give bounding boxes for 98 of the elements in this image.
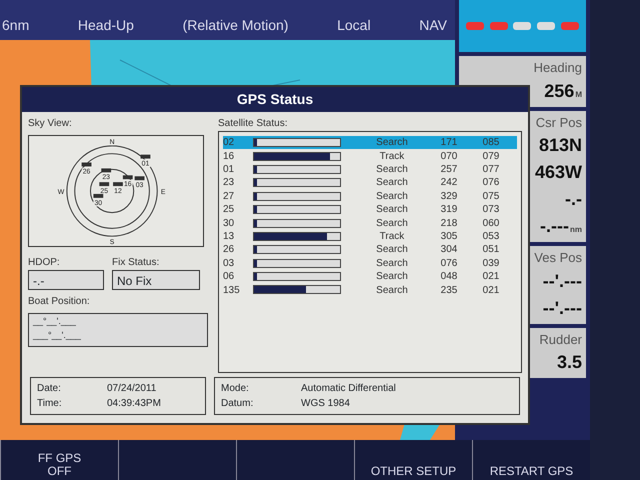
azimuth-cell-text: 319 (440, 203, 458, 218)
softkey-button[interactable]: OTHER SETUP (354, 440, 472, 480)
prn-cell-text: 25 (223, 203, 236, 218)
data-box-label: Csr Pos (536, 114, 582, 132)
elevation-cell-text: 060 (482, 216, 500, 231)
data-value: 463W (534, 161, 582, 184)
data-box-label: Heading (534, 59, 582, 77)
data-value: 813N (538, 134, 582, 157)
data-box-label: Rudder (539, 330, 582, 348)
position-text: __°__'.___ (33, 315, 77, 328)
data-value: -.- (565, 188, 582, 211)
data-value: 256M (544, 80, 582, 102)
field-label: Time: (37, 397, 63, 411)
status-cell-text: Search (375, 256, 409, 271)
azimuth-cell-text: 329 (440, 190, 458, 204)
status-cell-text: Search (375, 162, 409, 177)
status-cell-text: Track (378, 150, 406, 164)
satellite-icon (93, 194, 104, 198)
elevation-cell-text: 077 (482, 162, 500, 177)
hdop-label: HDOP: (28, 256, 61, 270)
data-value: -.---nm (540, 215, 582, 238)
field-label: Date: (37, 382, 62, 396)
chart-symbol-icon[interactable] (464, 19, 486, 33)
elevation-cell-text: 079 (482, 150, 500, 164)
data-box-label: Ves Pos (534, 249, 582, 267)
elevation-cell-text: 051 (482, 243, 500, 258)
prn-cell-text: 06 (223, 270, 236, 284)
status-cell-text: Search (375, 176, 409, 190)
prn-cell-text: 13 (223, 230, 236, 244)
boat-position-label: Boat Position: (28, 295, 91, 309)
field-label: Mode: (221, 382, 250, 396)
prn-cell-text: 30 (223, 216, 236, 231)
chart-symbol-icon[interactable] (535, 19, 558, 33)
elevation-cell-text: 021 (482, 284, 500, 298)
chart-symbol-icon[interactable] (511, 19, 534, 33)
data-value: --'.--- (542, 270, 582, 292)
dialog-title: GPS Status (22, 87, 528, 112)
satellite-icon (113, 182, 123, 186)
sky-view-label: Sky View: (28, 117, 73, 131)
chart-symbol-icon[interactable] (488, 19, 510, 33)
elevation-cell-text: 039 (482, 256, 500, 271)
softkey-button[interactable]: RESTART GPS (472, 440, 590, 480)
azimuth-cell-text: 070 (440, 150, 458, 164)
position-text: ___°__'.___ (33, 328, 82, 342)
elevation-cell-text: 075 (482, 190, 500, 204)
prn-cell-text: 03 (223, 256, 236, 271)
satellite-icon (140, 154, 150, 159)
status-cell-text: Search (375, 136, 409, 150)
prn-cell-text: 01 (223, 162, 236, 177)
status-cell-text: Search (375, 270, 409, 284)
azimuth-cell-text: 048 (440, 270, 458, 284)
azimuth-cell-text: 304 (440, 243, 458, 258)
prn-cell-text: 27 (223, 190, 236, 204)
data-value: --'.--- (542, 296, 582, 320)
satellite-icon (134, 176, 144, 180)
elevation-cell-text: 073 (482, 203, 500, 218)
softkey-button[interactable]: FF GPS OFF (0, 440, 118, 480)
status-cell-text: Search (375, 216, 409, 231)
chart-symbol-icon[interactable] (559, 19, 582, 33)
azimuth-cell-text: 171 (440, 136, 458, 150)
azimuth-cell-text: 305 (440, 230, 458, 244)
status-cell-text: Search (375, 284, 409, 298)
azimuth-cell-text: 242 (440, 176, 458, 190)
status-cell-text: Track (378, 230, 406, 244)
field-label: Datum: (221, 397, 254, 411)
elevation-cell-text: 076 (482, 176, 500, 190)
top-bar-label: (Relative Motion) (182, 16, 288, 35)
prn-cell-text: 26 (223, 243, 236, 258)
top-bar-label: Local (337, 16, 371, 35)
prn-cell-text: 16 (223, 150, 236, 164)
satellite-icon (99, 182, 110, 186)
prn-cell-text: 135 (223, 284, 241, 298)
field-value: WGS 1984 (301, 397, 351, 411)
fix-status-label: Fix Status: (112, 256, 160, 270)
selected-row-highlight[interactable]: 02 Search 171 085 (223, 136, 517, 150)
field-value: 04:39:43PM (107, 397, 162, 411)
elevation-cell-text: 085 (482, 136, 500, 150)
top-bar-label: 6nm (2, 16, 30, 35)
data-value: 3.5 (556, 351, 582, 374)
azimuth-cell-text: 076 (440, 256, 458, 271)
prn-cell-text: 23 (223, 176, 236, 190)
top-bar-label: NAV (419, 16, 447, 35)
field-value: Automatic Differential (301, 382, 397, 396)
status-cell-text: Search (375, 243, 409, 258)
elevation-cell-text: 053 (482, 230, 500, 244)
status-cell-text: Search (375, 190, 409, 204)
azimuth-cell-text: 257 (440, 162, 458, 177)
status-cell-text: Search (375, 203, 409, 218)
field-value: 07/24/2011 (107, 382, 158, 396)
fix-status-field: No Fix (112, 270, 200, 290)
top-bar-label: Head-Up (78, 16, 134, 35)
satellite-status-label: Satellite Status: (218, 117, 288, 131)
azimuth-cell-text: 235 (440, 284, 458, 298)
satellite-icon (82, 162, 92, 166)
azimuth-cell-text: 218 (440, 216, 458, 231)
hdop-field: -.- (28, 270, 104, 290)
elevation-cell-text: 021 (482, 270, 500, 284)
prn-cell-text: 02 (223, 136, 236, 150)
